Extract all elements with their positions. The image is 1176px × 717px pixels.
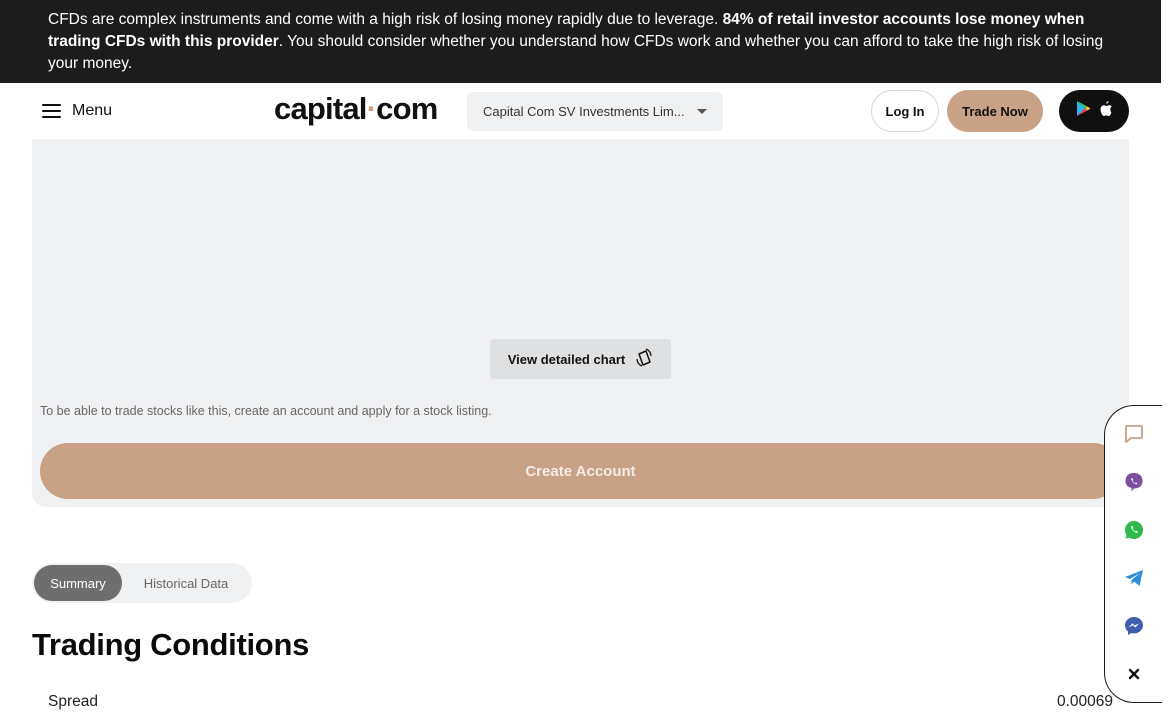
- trade-now-button[interactable]: Trade Now: [947, 90, 1043, 132]
- app-store-button[interactable]: [1059, 90, 1129, 132]
- view-detailed-chart-label: View detailed chart: [507, 351, 626, 367]
- site-header: Menu capital·com Capital Com SV Investme…: [0, 83, 1161, 139]
- caret-down-icon: [697, 109, 707, 114]
- messenger-icon[interactable]: [1122, 614, 1146, 638]
- chat-icon[interactable]: [1122, 422, 1146, 446]
- close-icon[interactable]: [1122, 662, 1146, 686]
- instrument-tabs: Summary Historical Data: [32, 563, 252, 603]
- google-play-icon: [1076, 100, 1091, 122]
- condition-label: Spread: [48, 693, 98, 710]
- create-account-button[interactable]: Create Account: [40, 443, 1121, 499]
- condition-row-spread: Spread 0.00069: [48, 693, 1113, 717]
- logo-text-left: capital: [274, 91, 367, 126]
- trading-conditions-title: Trading Conditions: [32, 627, 310, 662]
- telegram-icon[interactable]: [1122, 566, 1146, 590]
- entity-select[interactable]: Capital Com SV Investments Lim...: [467, 92, 723, 131]
- condition-value: 0.00069: [1056, 693, 1113, 710]
- tab-historical-data[interactable]: Historical Data: [122, 565, 250, 601]
- tab-summary[interactable]: Summary: [34, 565, 122, 601]
- capital-com-logo[interactable]: capital·com: [274, 91, 438, 127]
- log-in-button[interactable]: Log In: [871, 90, 939, 132]
- risk-text-intro: CFDs are complex instruments and come wi…: [48, 11, 723, 28]
- whatsapp-icon[interactable]: [1122, 518, 1146, 542]
- hamburger-icon: [42, 104, 61, 118]
- rotate-device-icon: [635, 347, 653, 371]
- chart-area: View detailed chart To be able to trade …: [32, 139, 1129, 507]
- menu-label: Menu: [72, 102, 113, 119]
- entity-select-value: Capital Com SV Investments Lim...: [483, 104, 685, 119]
- apple-icon: [1098, 100, 1113, 122]
- view-detailed-chart-button[interactable]: View detailed chart: [490, 339, 671, 379]
- logo-dot: ·: [366, 91, 377, 126]
- risk-warning-banner: CFDs are complex instruments and come wi…: [0, 0, 1161, 83]
- stock-listing-note: To be able to trade stocks like this, cr…: [40, 404, 492, 418]
- logo-text-right: com: [376, 91, 438, 126]
- menu-button[interactable]: Menu: [42, 100, 112, 122]
- contact-panel: [1104, 405, 1162, 703]
- viber-icon[interactable]: [1122, 470, 1146, 494]
